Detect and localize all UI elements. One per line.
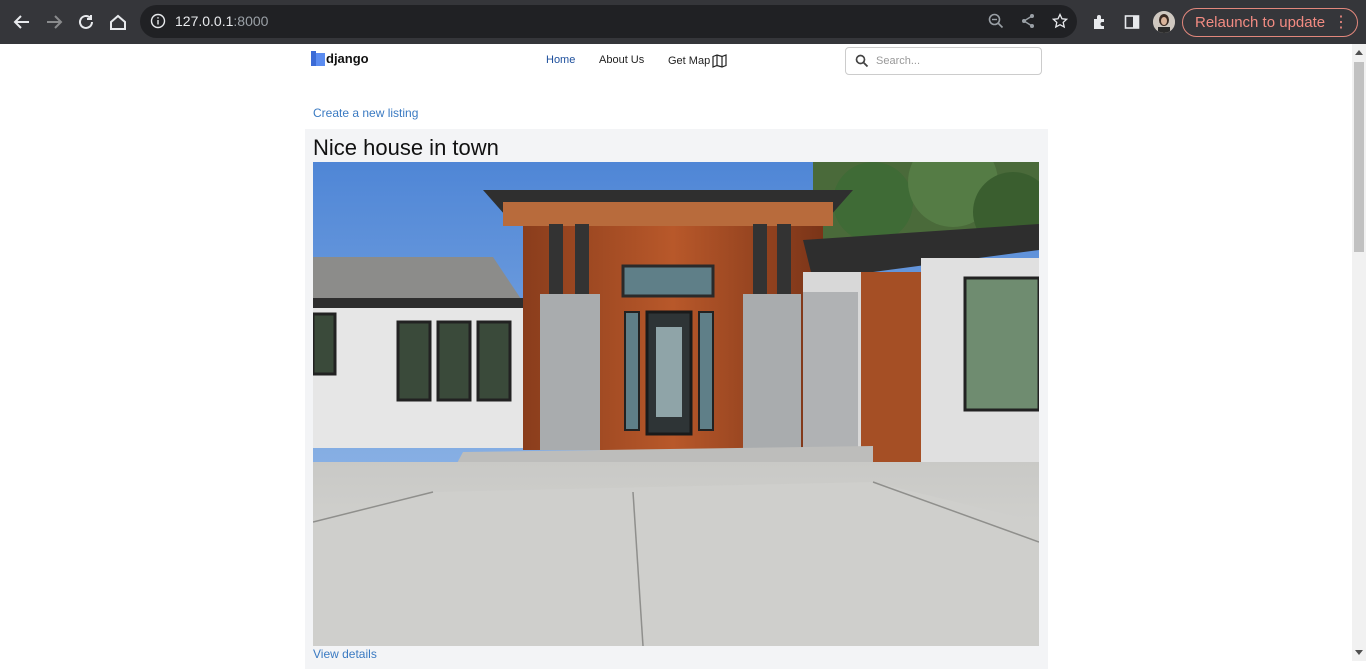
- home-button[interactable]: [106, 10, 130, 34]
- page-scrollbar[interactable]: [1352, 44, 1366, 661]
- nav-map-label: Get Map: [668, 54, 711, 67]
- relaunch-label: Relaunch to update: [1195, 14, 1326, 31]
- browser-toolbar: 127.0.0.1:8000 Relaunch to update ⋮: [0, 0, 1366, 44]
- logo-mark-icon: [311, 51, 325, 66]
- forward-button[interactable]: [42, 10, 66, 34]
- scroll-thumb[interactable]: [1354, 62, 1364, 252]
- site-navbar: django Home About Us Get Map: [0, 44, 1352, 78]
- nav-map-link[interactable]: Get Map: [668, 54, 727, 68]
- reload-icon: [79, 14, 93, 29]
- scroll-down-arrow-icon[interactable]: [1355, 650, 1363, 655]
- create-listing-link[interactable]: Create a new listing: [313, 106, 418, 120]
- page-content: django Home About Us Get Map Create a ne…: [0, 44, 1352, 669]
- search-icon: [855, 54, 869, 73]
- scroll-up-arrow-icon[interactable]: [1355, 50, 1363, 55]
- view-details-link[interactable]: View details: [313, 647, 377, 661]
- url-port: :8000: [233, 13, 269, 29]
- search-input[interactable]: [876, 52, 1036, 70]
- search-box: [845, 47, 1042, 75]
- listing-photo: [313, 162, 1039, 646]
- forward-arrow-icon: [47, 15, 63, 29]
- side-panel-icon[interactable]: [1120, 10, 1144, 34]
- map-icon: [712, 54, 727, 68]
- home-icon: [110, 14, 126, 30]
- share-icon[interactable]: [1020, 13, 1036, 34]
- listing-card: Nice house in town View details: [305, 129, 1048, 669]
- nav-home-link[interactable]: Home: [546, 54, 575, 66]
- profile-avatar[interactable]: [1153, 11, 1175, 33]
- address-bar[interactable]: 127.0.0.1:8000: [140, 5, 1077, 38]
- relaunch-update-button[interactable]: Relaunch to update ⋮: [1182, 8, 1358, 37]
- nav-about-link[interactable]: About Us: [599, 54, 644, 66]
- url-host: 127.0.0.1: [175, 13, 234, 29]
- extensions-icon[interactable]: [1088, 10, 1112, 34]
- logo-text: django: [326, 51, 369, 66]
- url-text[interactable]: 127.0.0.1:8000: [175, 13, 268, 29]
- more-menu-icon[interactable]: ⋮: [1333, 9, 1349, 36]
- listing-title: Nice house in town: [313, 135, 499, 160]
- back-arrow-icon: [13, 15, 29, 29]
- zoom-icon[interactable]: [988, 13, 1004, 34]
- reload-button[interactable]: [74, 10, 98, 34]
- site-info-icon[interactable]: [150, 13, 166, 34]
- bookmark-star-icon[interactable]: [1051, 12, 1069, 34]
- site-logo[interactable]: django: [311, 51, 369, 66]
- back-button[interactable]: [10, 10, 34, 34]
